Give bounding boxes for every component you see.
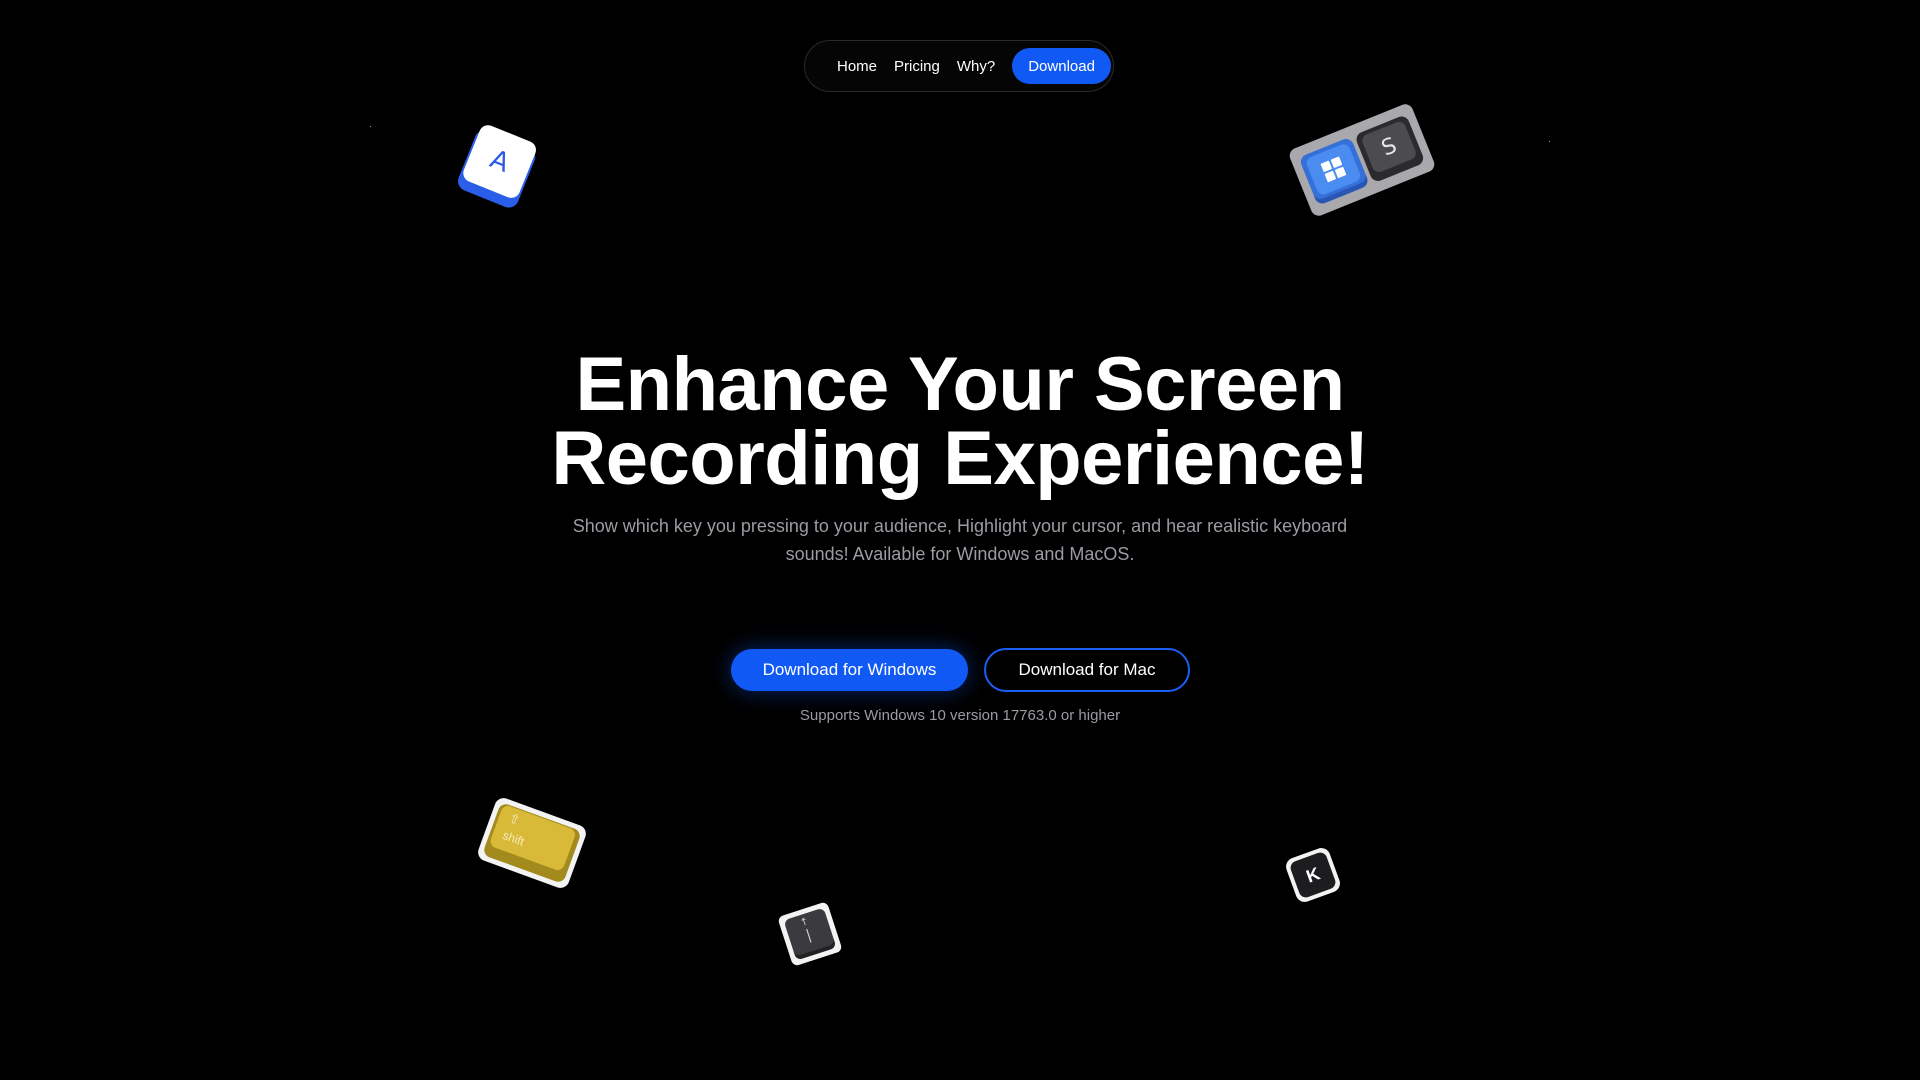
keycap-shift-label: shift <box>500 828 527 849</box>
keycap-s-label: S <box>1377 132 1401 162</box>
keycap-pipe-label: | <box>804 927 814 944</box>
keycap-shift-icon: ⇧ shift <box>475 795 589 891</box>
shift-arrow-icon: ⇧ <box>506 811 522 829</box>
hero-subtitle: Show which key you pressing to your audi… <box>572 516 1348 564</box>
keycap-pipe-icon: ↑ | <box>777 901 843 967</box>
nav-why-link[interactable]: Why? <box>957 58 995 75</box>
keycap-a-label: A <box>485 144 514 179</box>
top-nav: Home Pricing Why? Download <box>804 40 1114 92</box>
hero-title: Enhance Your Screen Recording Experience… <box>360 342 1560 501</box>
star-dot <box>370 126 371 127</box>
nav-pricing-link[interactable]: Pricing <box>894 58 940 75</box>
support-note: Supports Windows 10 version 17763.0 or h… <box>799 707 1121 724</box>
hero-title-line-1: Enhance Your Screen <box>575 342 1345 427</box>
nav-home-link[interactable]: Home <box>837 58 877 75</box>
keycap-win-s-icon: S <box>1287 101 1437 219</box>
star-dot <box>1549 141 1550 142</box>
hero-title-line-2: Recording Experience! <box>551 416 1369 501</box>
download-windows-button[interactable]: Download for Windows <box>731 649 968 691</box>
download-mac-button[interactable]: Download for Mac <box>984 648 1190 692</box>
keycap-k-label: K <box>1303 862 1323 887</box>
keycap-k-icon: K <box>1283 845 1343 905</box>
landing-page: Home Pricing Why? Download A S ⇧ shift ↑… <box>0 0 1920 1080</box>
keycap-a-icon: A <box>454 122 545 211</box>
windows-logo-icon <box>1320 156 1347 183</box>
nav-download-button[interactable]: Download <box>1012 48 1111 84</box>
